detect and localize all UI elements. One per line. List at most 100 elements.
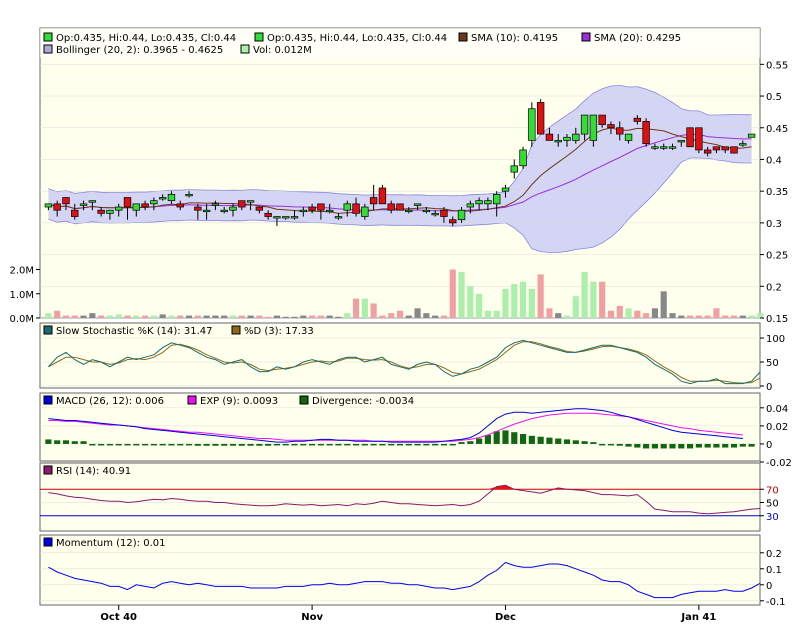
price-tick-label: 0.4 — [766, 155, 782, 166]
divergence-bar — [89, 443, 96, 446]
volume-bar — [704, 315, 711, 318]
candle-body — [580, 114, 589, 135]
divergence-bar — [519, 434, 527, 444]
volume-bar — [449, 269, 456, 318]
candle-body — [141, 203, 149, 208]
candle-body — [132, 203, 140, 211]
divergence-bar — [686, 443, 694, 449]
candle-body — [334, 216, 343, 219]
volume-bar — [730, 315, 738, 318]
volume-bar — [221, 315, 228, 318]
price-tick-label: 0.25 — [766, 251, 788, 262]
divergence-bar — [678, 443, 685, 449]
divergence-bar — [555, 438, 562, 444]
candle-body — [202, 209, 211, 213]
volume-bar — [291, 316, 298, 318]
stoch-d-swatch — [231, 325, 241, 335]
volume-bar — [168, 315, 175, 318]
divergence-bar — [80, 441, 87, 444]
candle-body — [369, 197, 378, 205]
volume-bar — [185, 315, 193, 318]
volume-bar — [194, 315, 201, 318]
macd-tick-label: 0 — [766, 440, 772, 451]
price-tick-label: 0.2 — [766, 282, 782, 293]
volume-bar — [581, 271, 588, 318]
price-panel: 0.55 0.5 0.45 0.4 0.35 0.3 0.25 0.2 0.15 2.0M 1.0… — [9, 27, 788, 325]
candle-body — [563, 136, 571, 141]
legend-swatch-2 — [254, 32, 264, 42]
candle-body — [651, 146, 659, 149]
volume-bar — [124, 315, 131, 318]
candle-body — [449, 219, 457, 224]
candle-body — [282, 216, 290, 219]
divergence-bar — [713, 443, 720, 448]
candle-body — [317, 203, 325, 211]
volume-bar — [405, 315, 412, 318]
volume-bar — [352, 298, 360, 318]
candle-body — [220, 209, 228, 213]
divergence-bar — [177, 443, 184, 446]
price-axis: 0.55 0.5 0.45 0.4 0.35 0.3 0.25 0.2 0.15 — [760, 60, 788, 325]
candle-body — [475, 200, 483, 205]
candle-body — [361, 206, 369, 217]
volume-bar — [519, 281, 527, 318]
divergence-bar — [238, 443, 245, 446]
legend: Op:0.435, Hi:0.44, Lo:0.435, Cl:0.44 Op:… — [40, 28, 760, 58]
candle-body — [238, 200, 246, 208]
candle-body — [466, 203, 475, 208]
divergence-bar — [432, 443, 439, 446]
divergence-bar — [106, 443, 114, 446]
divergence-bar — [124, 443, 131, 446]
volume-bar — [643, 313, 650, 318]
divergence-bar — [300, 443, 307, 446]
momentum-tick-label: 0.2 — [766, 549, 782, 560]
divergence-bar — [45, 439, 52, 444]
volume-bar — [238, 315, 245, 318]
volume-bar — [159, 314, 166, 318]
rsi-axis: 70 50 30 — [760, 485, 779, 523]
divergence-bar — [643, 443, 650, 449]
volume-bar — [273, 315, 281, 318]
macd-label: MACD (26, 12): 0.006 — [56, 396, 164, 407]
volume-bar — [616, 305, 623, 318]
candle-body — [589, 114, 598, 141]
volume-bar — [142, 315, 149, 318]
candle-body — [510, 165, 518, 173]
volume-bar — [54, 310, 61, 318]
divergence-bar — [291, 443, 298, 446]
divergence-bar — [256, 443, 263, 446]
price-tick-label: 0.3 — [766, 219, 782, 230]
volume-tick-label: 2.0M — [9, 266, 34, 277]
legend-label-2: Op:0.435, Hi:0.44, Lo:0.435, Cl:0.44 — [267, 33, 447, 44]
candle-body — [44, 203, 53, 208]
divergence-bar — [528, 435, 535, 444]
divergence-bar — [484, 434, 491, 444]
divergence-bar — [423, 443, 430, 446]
volume-bar — [115, 314, 122, 318]
candle-body — [545, 133, 554, 141]
volume-axis: 2.0M 1.0M 0.0M — [9, 266, 40, 325]
stochastic-axis: 100 50 0 — [760, 334, 785, 393]
candle-body — [158, 197, 167, 200]
volume-bar — [555, 313, 562, 318]
divergence-bar — [370, 443, 377, 446]
volume-bar — [467, 286, 474, 318]
volume-bar — [739, 315, 746, 318]
stoch-k-swatch — [43, 325, 53, 335]
candle-body — [79, 203, 88, 206]
divergence-bar — [502, 430, 509, 444]
volume-bar — [89, 313, 96, 318]
divergence-bar — [159, 443, 166, 446]
price-tick-label: 0.45 — [766, 124, 788, 135]
candle-body — [484, 200, 492, 205]
divergence-bar — [511, 432, 518, 444]
candle-body — [88, 200, 97, 203]
date-tick-label: Oct 40 — [100, 612, 137, 623]
candle-body — [53, 203, 61, 211]
divergence-bar — [616, 443, 623, 446]
divergence-bar — [335, 443, 342, 446]
divergence-bar — [326, 443, 333, 446]
volume-bar — [396, 310, 404, 318]
divergence-bar — [599, 443, 606, 446]
candle-body — [62, 197, 70, 205]
